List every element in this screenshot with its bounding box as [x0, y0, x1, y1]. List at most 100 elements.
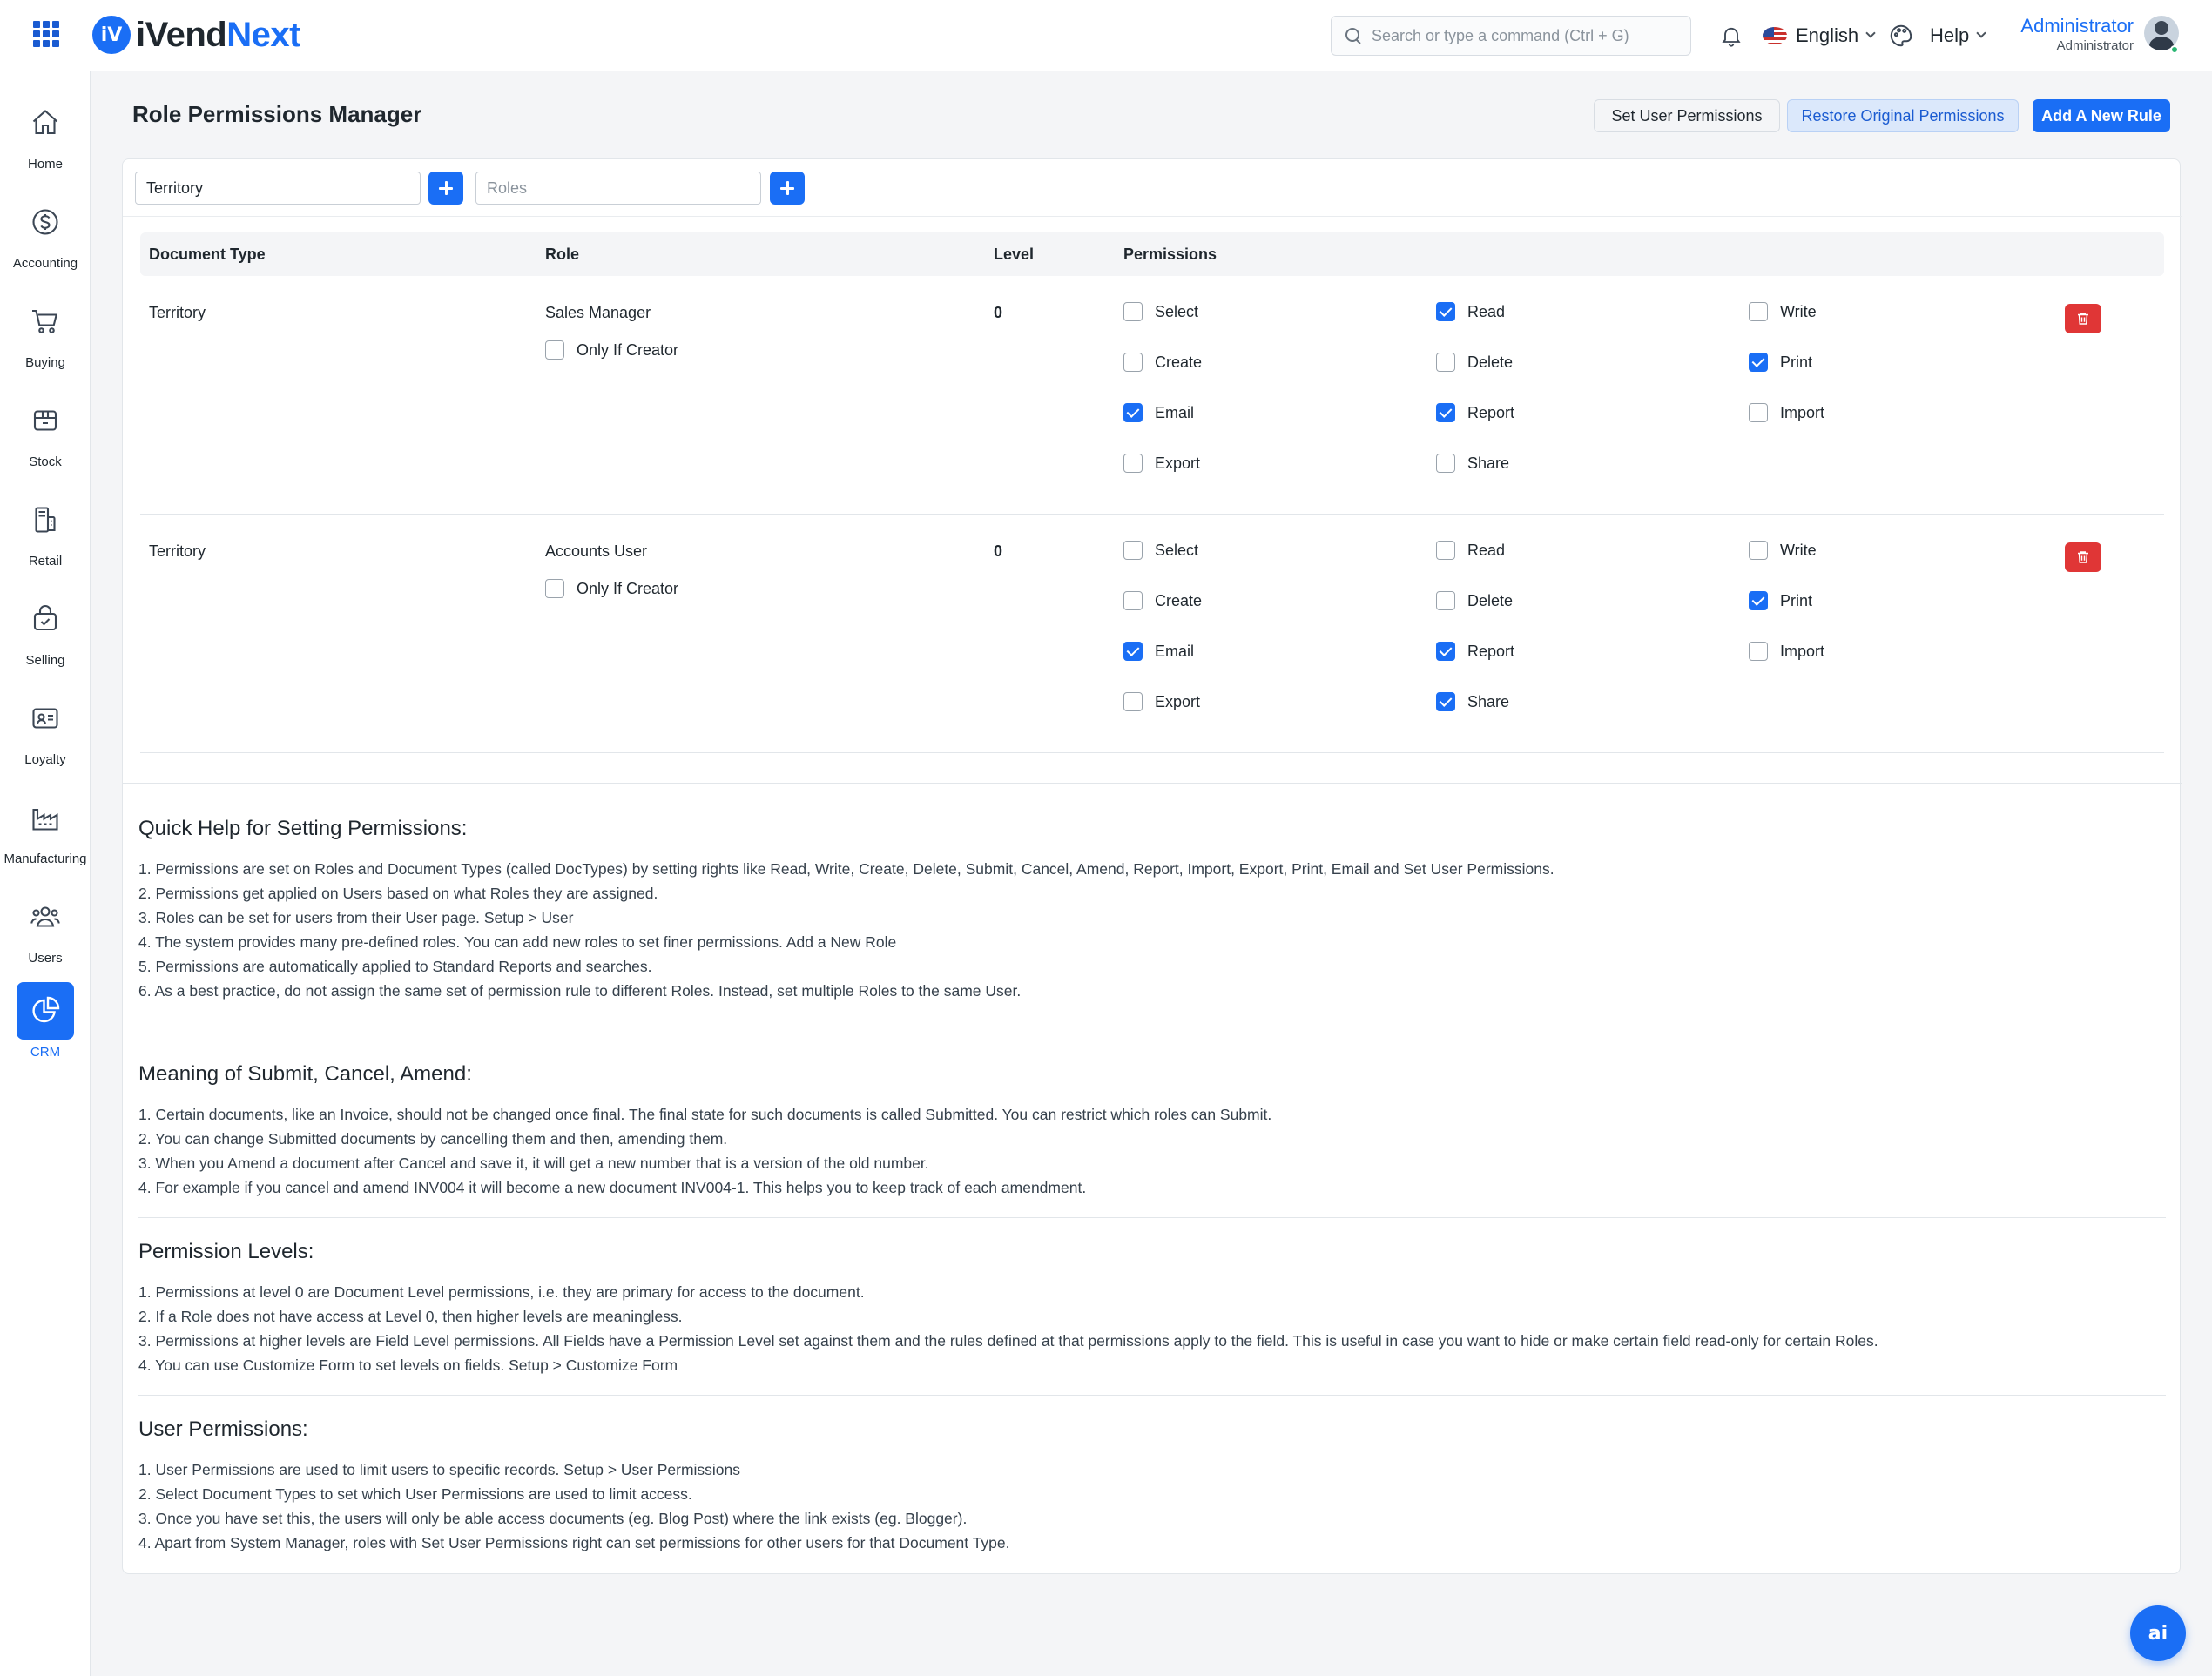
checkbox-box[interactable]: [1123, 692, 1143, 711]
permission-checkbox-read[interactable]: Read: [1436, 302, 1505, 321]
roles-filter-input[interactable]: [475, 172, 761, 205]
permission-checkbox-import[interactable]: Import: [1749, 403, 1824, 422]
checkbox-box[interactable]: [1123, 353, 1143, 372]
permission-checkbox-export[interactable]: Export: [1123, 692, 1200, 711]
checkbox-label: Delete: [1467, 591, 1514, 609]
checkbox-box[interactable]: [1123, 454, 1143, 473]
checkbox-box[interactable]: [1123, 591, 1143, 610]
permission-checkbox-select[interactable]: Select: [1123, 541, 1198, 560]
checkbox-label: Select: [1155, 302, 1199, 320]
sidebar-item-retail[interactable]: Retail: [0, 491, 91, 583]
checkbox-box[interactable]: [545, 579, 564, 598]
permission-checkbox-print[interactable]: Print: [1749, 353, 1812, 372]
checkbox-box[interactable]: [1749, 541, 1768, 560]
sidebar-item-home[interactable]: Home: [0, 94, 91, 186]
help-item: 4. For example if you cancel and amend I…: [138, 1179, 1087, 1196]
checkbox-box[interactable]: [1123, 642, 1143, 661]
checkbox-box[interactable]: [1436, 591, 1455, 610]
sidebar-item-accounting[interactable]: Accounting: [0, 193, 91, 286]
add-document-type-button[interactable]: [428, 172, 463, 205]
checkbox-box[interactable]: [1436, 642, 1455, 661]
cart-icon: [32, 309, 58, 333]
palette-icon[interactable]: [1888, 23, 1914, 49]
checkbox-box[interactable]: [1123, 403, 1143, 422]
permission-checkbox-create[interactable]: Create: [1123, 353, 1202, 372]
logo[interactable]: iV iVendNext: [92, 14, 300, 56]
us-flag-icon: [1763, 27, 1787, 44]
column-header-level: Level: [994, 246, 1035, 263]
delete-rule-button[interactable]: [2065, 304, 2101, 333]
permission-checkbox-delete[interactable]: Delete: [1436, 353, 1513, 372]
checkbox-box[interactable]: [1749, 403, 1768, 422]
permission-checkbox-write[interactable]: Write: [1749, 302, 1817, 321]
checkbox-box[interactable]: [1436, 403, 1455, 422]
checkbox-box[interactable]: [1436, 302, 1455, 321]
permission-checkbox-report[interactable]: Report: [1436, 403, 1514, 422]
permission-checkbox-share[interactable]: Share: [1436, 692, 1509, 711]
help-item: 3. Permissions at higher levels are Fiel…: [138, 1332, 1878, 1350]
sidebar-item-label: Loyalty: [24, 752, 66, 767]
page-title: Role Permissions Manager: [132, 101, 422, 127]
add-role-button[interactable]: [770, 172, 805, 205]
checkbox-box[interactable]: [1436, 353, 1455, 372]
permission-checkbox-email[interactable]: Email: [1123, 642, 1194, 661]
ai-assistant-button[interactable]: ai: [2130, 1605, 2186, 1661]
checkbox-box[interactable]: [1436, 541, 1455, 560]
checkbox-label: Create: [1155, 353, 1203, 371]
set-user-permissions-button[interactable]: Set User Permissions: [1594, 99, 1780, 132]
sidebar-item-manufacturing[interactable]: Manufacturing: [0, 789, 91, 881]
restore-original-permissions-button[interactable]: Restore Original Permissions: [1787, 99, 2019, 132]
permission-checkbox-report[interactable]: Report: [1436, 642, 1514, 661]
checkbox-box[interactable]: [1123, 541, 1143, 560]
checkbox-box[interactable]: [1749, 353, 1768, 372]
document-type-filter-input[interactable]: [135, 172, 421, 205]
pie-chart-icon: [32, 996, 60, 1023]
checkbox-box[interactable]: [1436, 692, 1455, 711]
language-selector[interactable]: English: [1763, 21, 1876, 50]
sidebar-item-label: Manufacturing: [3, 851, 87, 866]
apps-grid-icon[interactable]: [33, 21, 59, 47]
permission-checkbox-import[interactable]: Import: [1749, 642, 1824, 661]
table-header: Document Type Role Level Permissions: [140, 232, 2164, 276]
checkbox-label: Email: [1155, 403, 1195, 421]
permission-checkbox-delete[interactable]: Delete: [1436, 591, 1513, 610]
add-new-rule-button[interactable]: Add A New Rule: [2033, 99, 2170, 132]
only-if-creator-checkbox[interactable]: Only If Creator: [545, 340, 678, 360]
permission-checkbox-export[interactable]: Export: [1123, 454, 1200, 473]
sidebar-item-stock[interactable]: Stock: [0, 392, 91, 484]
delete-rule-button[interactable]: [2065, 542, 2101, 572]
bell-icon[interactable]: [1719, 23, 1743, 49]
permission-checkbox-read[interactable]: Read: [1436, 541, 1505, 560]
checkbox-box[interactable]: [1749, 591, 1768, 610]
checkbox-box[interactable]: [1749, 302, 1768, 321]
permission-checkbox-select[interactable]: Select: [1123, 302, 1198, 321]
permission-checkbox-share[interactable]: Share: [1436, 454, 1509, 473]
sidebar-item-label: Selling: [25, 653, 65, 668]
permission-checkbox-email[interactable]: Email: [1123, 403, 1194, 422]
search-input[interactable]: [1372, 26, 1685, 45]
checkbox-box[interactable]: [545, 340, 564, 360]
level-cell: 0: [994, 542, 1003, 560]
permission-checkbox-print[interactable]: Print: [1749, 591, 1812, 610]
role-cell: Accounts User: [545, 542, 648, 560]
sidebar-item-loyalty[interactable]: Loyalty: [0, 690, 91, 782]
user-info[interactable]: Administrator Administrator: [2012, 14, 2134, 54]
box-icon: [33, 410, 57, 431]
checkbox-label: Export: [1155, 454, 1201, 472]
sidebar-item-crm[interactable]: CRM: [0, 982, 91, 1074]
permission-checkbox-create[interactable]: Create: [1123, 591, 1202, 610]
checkbox-label: Email: [1155, 642, 1195, 660]
checkbox-label: Read: [1467, 541, 1506, 559]
only-if-creator-checkbox[interactable]: Only If Creator: [545, 579, 678, 598]
sidebar-item-selling[interactable]: Selling: [0, 590, 91, 683]
search-box[interactable]: [1331, 16, 1691, 56]
document-type-cell: Territory: [149, 304, 206, 321]
permission-checkbox-write[interactable]: Write: [1749, 541, 1817, 560]
checkbox-box[interactable]: [1749, 642, 1768, 661]
help-menu[interactable]: Help: [1930, 21, 1986, 50]
help-item: 2. If a Role does not have access at Lev…: [138, 1308, 683, 1325]
sidebar-item-users[interactable]: Users: [0, 888, 91, 980]
sidebar-item-buying[interactable]: Buying: [0, 293, 91, 385]
checkbox-box[interactable]: [1436, 454, 1455, 473]
checkbox-box[interactable]: [1123, 302, 1143, 321]
